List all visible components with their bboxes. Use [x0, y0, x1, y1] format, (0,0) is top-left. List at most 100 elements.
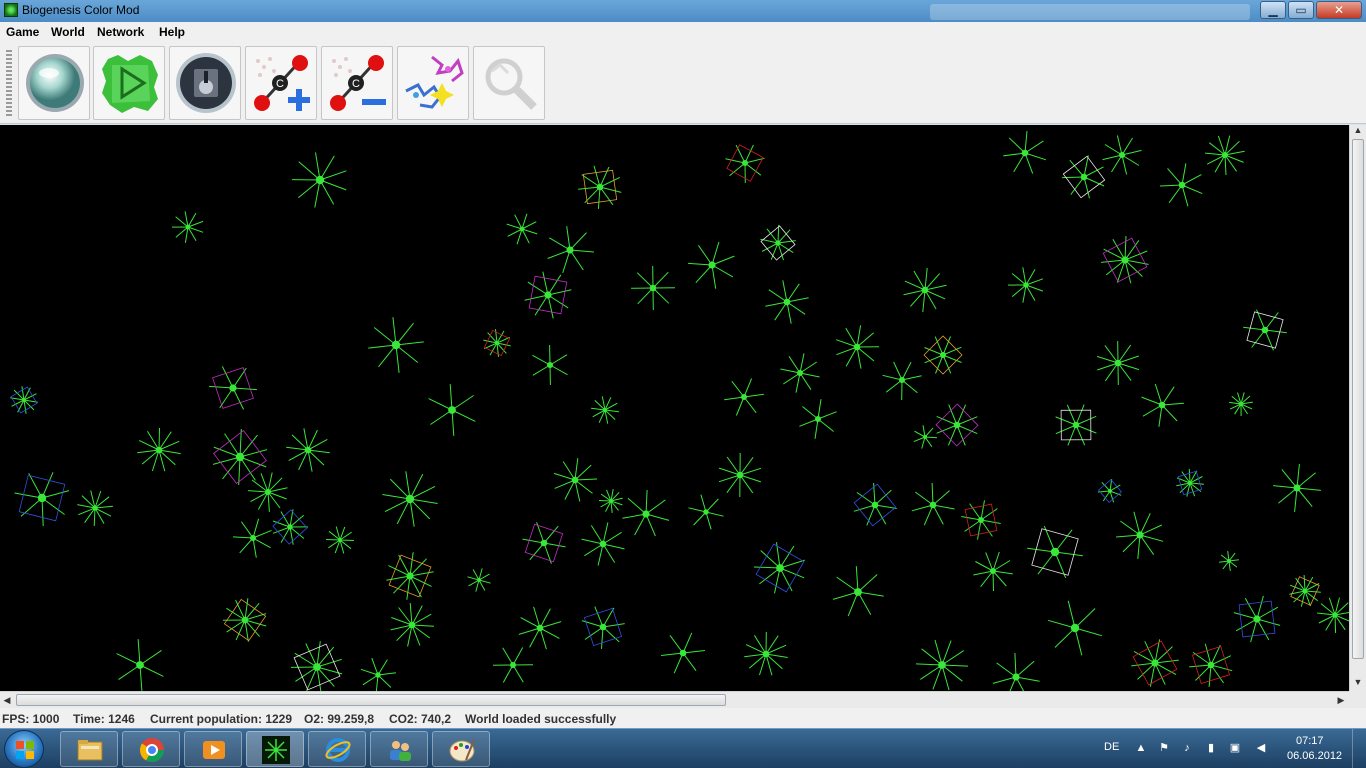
menu-world[interactable]: World — [51, 25, 85, 39]
co2-readout: CO2: 740,2 — [389, 712, 452, 726]
organism — [1007, 267, 1044, 303]
clock-date[interactable]: 06.06.2012 — [1287, 750, 1342, 762]
organism — [1116, 511, 1164, 559]
organism — [222, 598, 267, 642]
new-world-icon — [26, 54, 84, 112]
taskbar-chrome[interactable] — [122, 731, 180, 767]
organism — [961, 500, 1001, 540]
scroll-up-arrow[interactable]: ▲ — [1350, 125, 1366, 139]
minimize-button[interactable]: ▁ — [1260, 1, 1286, 19]
save-world-button[interactable] — [169, 46, 241, 120]
taskbar-internet-explorer[interactable] — [308, 731, 366, 767]
organism — [1055, 404, 1097, 446]
magnify-icon — [485, 58, 537, 110]
windows-logo-icon — [16, 741, 34, 759]
new-world-button[interactable] — [18, 46, 90, 120]
organism — [598, 489, 623, 513]
organism — [506, 213, 538, 245]
manipulate-organisms-button[interactable] — [397, 46, 469, 120]
organism — [753, 542, 805, 594]
organism — [1102, 135, 1142, 175]
maximize-button[interactable]: ▭ — [1288, 1, 1314, 19]
organism — [1289, 574, 1321, 607]
tray-network-icon[interactable]: ▮ — [1204, 741, 1218, 755]
organism — [272, 509, 309, 545]
organism — [1273, 464, 1321, 512]
menu-game[interactable]: Game — [6, 25, 39, 39]
organism — [903, 268, 947, 312]
organism — [973, 551, 1013, 592]
vertical-scroll-thumb[interactable] — [1352, 139, 1364, 659]
organism — [1141, 383, 1184, 427]
scrollbar-corner — [1349, 691, 1366, 708]
show-desktop-button[interactable] — [1352, 729, 1366, 768]
organism — [799, 399, 837, 439]
paint-icon — [449, 739, 475, 762]
taskbar-media-player[interactable] — [184, 731, 242, 767]
organism — [428, 384, 476, 436]
organism — [291, 152, 347, 208]
time-readout: Time: 1246 — [73, 712, 135, 726]
organism — [581, 522, 625, 566]
status-bar: FPS: 1000 Time: 1246 Current population:… — [0, 708, 1366, 728]
organism — [116, 639, 164, 691]
organism — [836, 325, 880, 369]
biogenesis-icon — [262, 736, 290, 764]
tray-volume-icon[interactable]: ♪ — [1180, 741, 1194, 755]
toolbar-grip[interactable] — [6, 50, 12, 118]
clock-time[interactable]: 07:17 — [1296, 735, 1324, 747]
taskbar-users[interactable] — [370, 731, 428, 767]
blurred-window-region — [930, 4, 1250, 20]
close-button[interactable]: ✕ — [1316, 1, 1362, 19]
horizontal-scroll-thumb[interactable] — [16, 694, 726, 706]
organism — [718, 452, 762, 498]
tray-speaker-icon[interactable]: ◀ — [1254, 741, 1268, 755]
file-explorer-icon — [77, 740, 103, 761]
organism — [386, 552, 434, 600]
media-player-icon — [203, 741, 225, 759]
taskbar-file-explorer[interactable] — [60, 731, 118, 767]
chrome-icon — [140, 738, 164, 763]
tray-device-icon[interactable]: ▣ — [1228, 741, 1242, 755]
taskbar-paint[interactable] — [432, 731, 490, 767]
organism — [209, 366, 257, 410]
organism — [547, 226, 594, 274]
organism — [1189, 643, 1233, 687]
start-button-windows[interactable] — [4, 730, 44, 768]
scroll-left-arrow[interactable]: ◀ — [0, 692, 14, 708]
increase-co2-button[interactable]: C — [245, 46, 317, 120]
svg-text:C: C — [352, 78, 360, 90]
organism — [765, 280, 809, 324]
menu-help[interactable]: Help — [159, 25, 185, 39]
organism — [630, 265, 676, 311]
tray-expand-icon[interactable]: ▲ — [1134, 741, 1148, 755]
horizontal-scrollbar[interactable]: ◀ ▶ — [0, 691, 1349, 708]
magnify-button[interactable] — [473, 46, 545, 120]
decrease-co2-button[interactable]: C — [321, 46, 393, 120]
toolbar: C C — [0, 44, 1366, 124]
organism — [913, 425, 938, 449]
start-button[interactable] — [93, 46, 165, 120]
tray-action-center-icon[interactable]: ⚑ — [1157, 741, 1171, 755]
organism — [923, 335, 963, 375]
window-title: Biogenesis Color Mod — [22, 3, 140, 17]
internet-explorer-icon — [325, 738, 351, 762]
organism — [1101, 235, 1149, 284]
menu-network[interactable]: Network — [97, 25, 144, 39]
organism — [137, 427, 181, 472]
organism — [760, 224, 796, 261]
organism — [1097, 479, 1122, 503]
vertical-scrollbar[interactable]: ▲ ▼ — [1349, 125, 1366, 691]
svg-text:C: C — [276, 78, 284, 90]
scroll-down-arrow[interactable]: ▼ — [1350, 677, 1366, 691]
taskbar-biogenesis[interactable] — [246, 731, 304, 767]
users-icon — [390, 741, 411, 761]
organism — [1317, 597, 1349, 634]
tray-language-indicator[interactable]: DE — [1104, 741, 1119, 753]
world-canvas[interactable] — [0, 125, 1349, 691]
organism — [518, 606, 562, 650]
scroll-right-arrow[interactable]: ▶ — [1334, 692, 1348, 708]
organism — [382, 471, 438, 527]
organism — [1205, 135, 1245, 176]
organism — [1243, 309, 1287, 351]
